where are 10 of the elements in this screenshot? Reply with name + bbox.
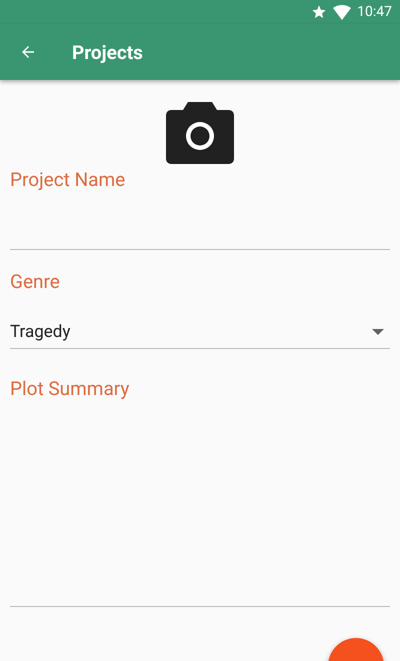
wifi-icon xyxy=(333,4,352,20)
star-icon xyxy=(311,4,328,20)
toolbar-title: Projects xyxy=(72,40,143,64)
genre-dropdown[interactable]: Tragedy xyxy=(10,315,390,349)
field-label: Plot Summary xyxy=(10,377,130,400)
camera-icon[interactable] xyxy=(166,102,234,164)
dropdown-caret-icon xyxy=(372,328,384,334)
field-label: Genre xyxy=(10,270,61,293)
field-label: Project Name xyxy=(10,168,126,191)
status-time: 10:47 xyxy=(357,4,392,20)
